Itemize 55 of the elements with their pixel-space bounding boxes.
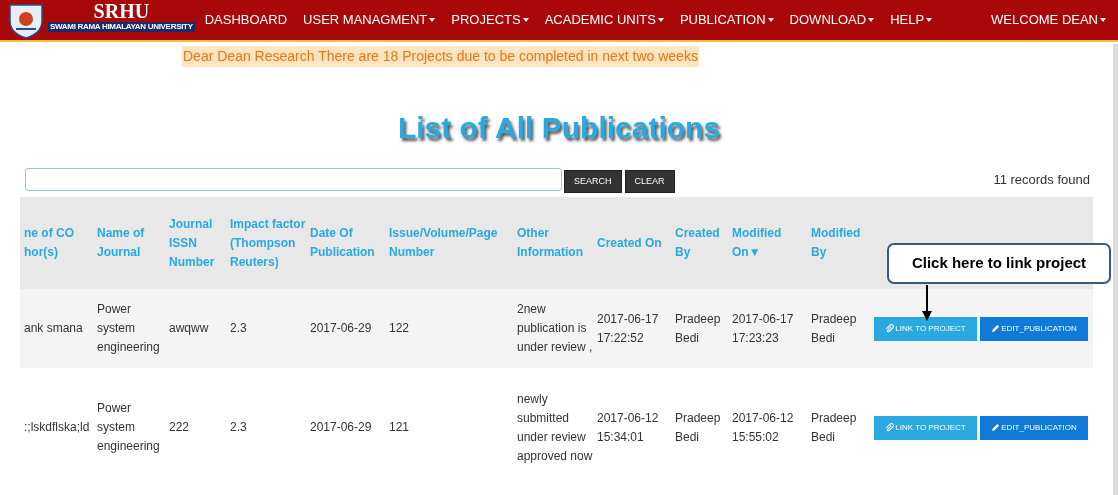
logo-title: SRHU (93, 0, 150, 22)
table-cell-text: 2017-06-29 (310, 320, 373, 337)
nav-menu-item[interactable]: DASHBOARD (204, 10, 288, 30)
callout: Click here to link project (887, 243, 1111, 284)
table-cell-text: 2017-06-17 17:22:52 (597, 310, 660, 347)
search-button[interactable]: SEARCH (564, 170, 622, 193)
column-header[interactable]: Impact factor (Thompson Reuters) (230, 214, 306, 272)
page-title: List of All Publications (397, 110, 721, 146)
column-header[interactable]: Date Of Publication (310, 224, 385, 262)
table-cell-text: ank smana (24, 320, 84, 337)
callout-arrow (922, 285, 932, 321)
table-cell-text: 2017-06-17 17:23:23 (732, 310, 795, 347)
table-cell-text: 2017-06-12 15:34:01 (597, 409, 660, 446)
logo-subtitle: SWAMI RAMA HIMALAYAN UNIVERSITY (48, 22, 195, 32)
column-header[interactable]: Created By (675, 224, 728, 262)
table-cell-text: 2.3 (230, 419, 248, 436)
paperclip-icon (885, 324, 895, 333)
table-cell-text: 2new publication is under review , (517, 301, 593, 356)
logo[interactable]: SRHU SWAMI RAMA HIMALAYAN UNIVERSITY (6, 0, 195, 40)
nav-menu-item[interactable]: ACADEMIC UNITS (544, 10, 664, 30)
crest-icon (6, 1, 46, 39)
nav-menu-item[interactable]: HELP (890, 10, 933, 30)
search-field[interactable] (25, 168, 562, 191)
nav-menu-item[interactable]: USER MANAGMENT (303, 10, 436, 30)
table-cell-text: Pradeep Bedi (675, 409, 722, 446)
paperclip-icon (885, 423, 895, 432)
table-cell-text: Pradeep Bedi (811, 409, 858, 446)
table-cell-text: Power system engineering (97, 400, 161, 455)
table-cell-text: 222 (169, 419, 191, 436)
table-cell-text: Pradeep Bedi (675, 310, 722, 347)
table-cell-text: 121 (389, 419, 411, 436)
table-cell-text: newly submitted under review approved now (517, 390, 593, 465)
nav-menu-item[interactable]: PUBLICATION (679, 10, 774, 30)
table-cell-text: 122 (389, 320, 411, 337)
edit-button[interactable]: EDIT_PUBLICATION (980, 415, 1088, 440)
pencil-icon (991, 324, 1001, 333)
column-header[interactable]: Other Information (517, 224, 593, 262)
link-button[interactable]: LINK TO PROJECT (874, 415, 977, 440)
edit-button[interactable]: EDIT_PUBLICATION (980, 316, 1088, 341)
column-header[interactable]: Created On (597, 233, 671, 253)
pencil-icon (991, 423, 1001, 432)
link-button[interactable]: LINK TO PROJECT (874, 316, 977, 341)
table-cell-text: :;lskdflska;ld (24, 419, 91, 436)
table-cell-text: 2.3 (230, 320, 248, 337)
search-button[interactable]: CLEAR (624, 170, 675, 193)
records-count: 11 records found (993, 170, 1090, 189)
nav-menu-item[interactable]: DOWNLOAD (789, 10, 875, 30)
nav-menu-item[interactable]: PROJECTS (451, 10, 529, 30)
user-menu[interactable]: WELCOME DEAN (991, 10, 1106, 30)
table-cell-text: Pradeep Bedi (811, 310, 858, 347)
table-cell-text: 2017-06-12 15:55:02 (732, 409, 795, 446)
table-cell-text: awqww (169, 320, 210, 337)
table-cell-text: Power system engineering (97, 301, 161, 356)
alert-message: Dear Dean Research There are 18 Projects due to be completed in next two weeks (182, 46, 699, 67)
table-cell-text: 2017-06-29 (310, 419, 373, 436)
